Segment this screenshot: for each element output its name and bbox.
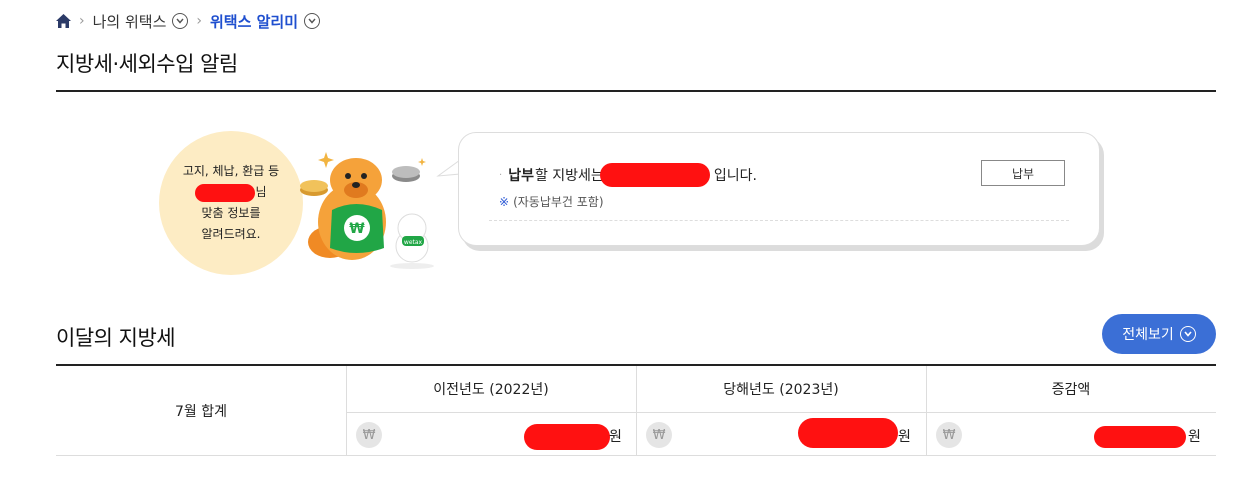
redacted-value [524, 424, 610, 450]
column-header-prev-year: 이전년도 (2022년) [433, 382, 549, 398]
notice-name-row: 님 [195, 182, 267, 203]
payment-bubble: · 납부 할 지방세는 입니다. ※ (자동납부건 포함) 납부 [458, 132, 1100, 246]
redacted-value [798, 418, 898, 448]
view-all-button[interactable]: 전체보기 [1102, 314, 1216, 354]
notice-line: 고지, 체납, 환급 등 [182, 164, 280, 178]
payment-text-end: 입니다. [713, 168, 757, 184]
redacted-amount [599, 163, 710, 187]
bubble-divider [489, 220, 1069, 221]
chevron-down-icon[interactable] [172, 13, 189, 29]
redacted-value [1094, 426, 1186, 448]
breadcrumb-item-current[interactable]: 위택스 알리미 [210, 11, 298, 32]
unit-label: 원 [898, 429, 911, 445]
title-divider [56, 90, 1216, 92]
table-divider [346, 412, 1216, 413]
payment-summary: · 납부 할 지방세는 입니다. [499, 163, 757, 187]
column-header-difference: 증감액 [1051, 382, 1091, 398]
notice-line: 맞춤 정보를 [201, 206, 261, 220]
chevron-down-icon[interactable] [304, 13, 321, 29]
notice-line: 알려드려요. [201, 227, 261, 241]
home-icon[interactable] [56, 14, 71, 28]
unit-label: 원 [609, 429, 622, 445]
chevron-down-circle-icon [1179, 326, 1196, 342]
view-all-label: 전체보기 [1122, 327, 1174, 343]
auto-payment-note: ※ (자동납부건 포함) [499, 193, 604, 210]
breadcrumb-item-my-wetax[interactable]: 나의 위택스 [93, 11, 167, 32]
unit-label: 원 [1188, 429, 1201, 445]
pay-button[interactable]: 납부 [981, 160, 1065, 186]
column-header-current-year: 당해년도 (2023년) [723, 382, 839, 398]
svg-text:₩: ₩ [349, 221, 365, 237]
breadcrumb: › 나의 위택스 › 위택스 알리미 [56, 9, 321, 33]
payment-bold-label: 납부 [508, 168, 534, 184]
svg-text:wetax: wetax [404, 239, 423, 246]
payment-text: 할 지방세는 [534, 168, 604, 184]
row-label: 7월 합계 [175, 404, 227, 420]
won-icon: ₩ [646, 422, 672, 448]
notice-name-suffix: 님 [255, 185, 267, 199]
chevron-right-icon: › [79, 13, 85, 29]
note-text: (자동납부건 포함) [513, 195, 604, 209]
mascot-illustration: ₩ wetax [300, 152, 434, 269]
notice-circle: 고지, 체납, 환급 등 님 맞춤 정보를 알려드려요. [159, 131, 303, 275]
chevron-right-icon: › [196, 13, 202, 29]
won-icon: ₩ [936, 422, 962, 448]
monthly-tax-table: 7월 합계 이전년도 (2022년) 당해년도 (2023년) 증감액 ₩ 원 … [56, 364, 1216, 456]
section-title: 이달의 지방세 [56, 326, 176, 350]
note-mark: ※ [499, 195, 510, 209]
bullet-icon: · [499, 169, 503, 181]
page-title: 지방세·세외수입 알림 [56, 52, 238, 76]
redacted-name [195, 183, 256, 202]
won-icon: ₩ [356, 422, 382, 448]
